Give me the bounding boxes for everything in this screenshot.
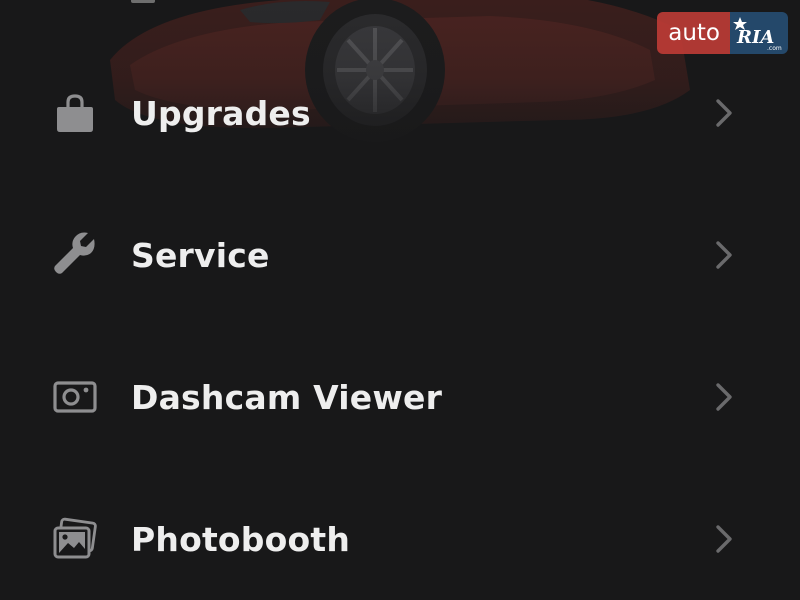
- menu-item-photobooth[interactable]: Photobooth: [0, 468, 800, 600]
- chevron-right-icon: [708, 237, 740, 273]
- chevron-right-icon: [708, 521, 740, 557]
- menu-item-dashcam-viewer[interactable]: Dashcam Viewer: [0, 326, 800, 468]
- menu-item-label: Upgrades: [131, 93, 311, 133]
- photos-icon: [52, 516, 98, 562]
- chevron-right-icon: [708, 379, 740, 415]
- menu-item-upgrades[interactable]: Upgrades: [0, 42, 800, 184]
- menu-item-label: Service: [131, 235, 270, 275]
- menu-list: Upgrades Service Dashcam Viewer Photoboo…: [0, 42, 800, 600]
- menu-item-label: Dashcam Viewer: [131, 377, 443, 417]
- menu-item-label: Photobooth: [131, 519, 351, 559]
- chevron-right-icon: [708, 95, 740, 131]
- dashcam-icon: [52, 374, 98, 420]
- hero-handle: [131, 0, 155, 3]
- shopping-bag-icon: [52, 90, 98, 136]
- wrench-icon: [52, 232, 98, 278]
- menu-item-service[interactable]: Service: [0, 184, 800, 326]
- app-screen: auto RIA .com Upgrades Service Dashcam V…: [0, 0, 800, 600]
